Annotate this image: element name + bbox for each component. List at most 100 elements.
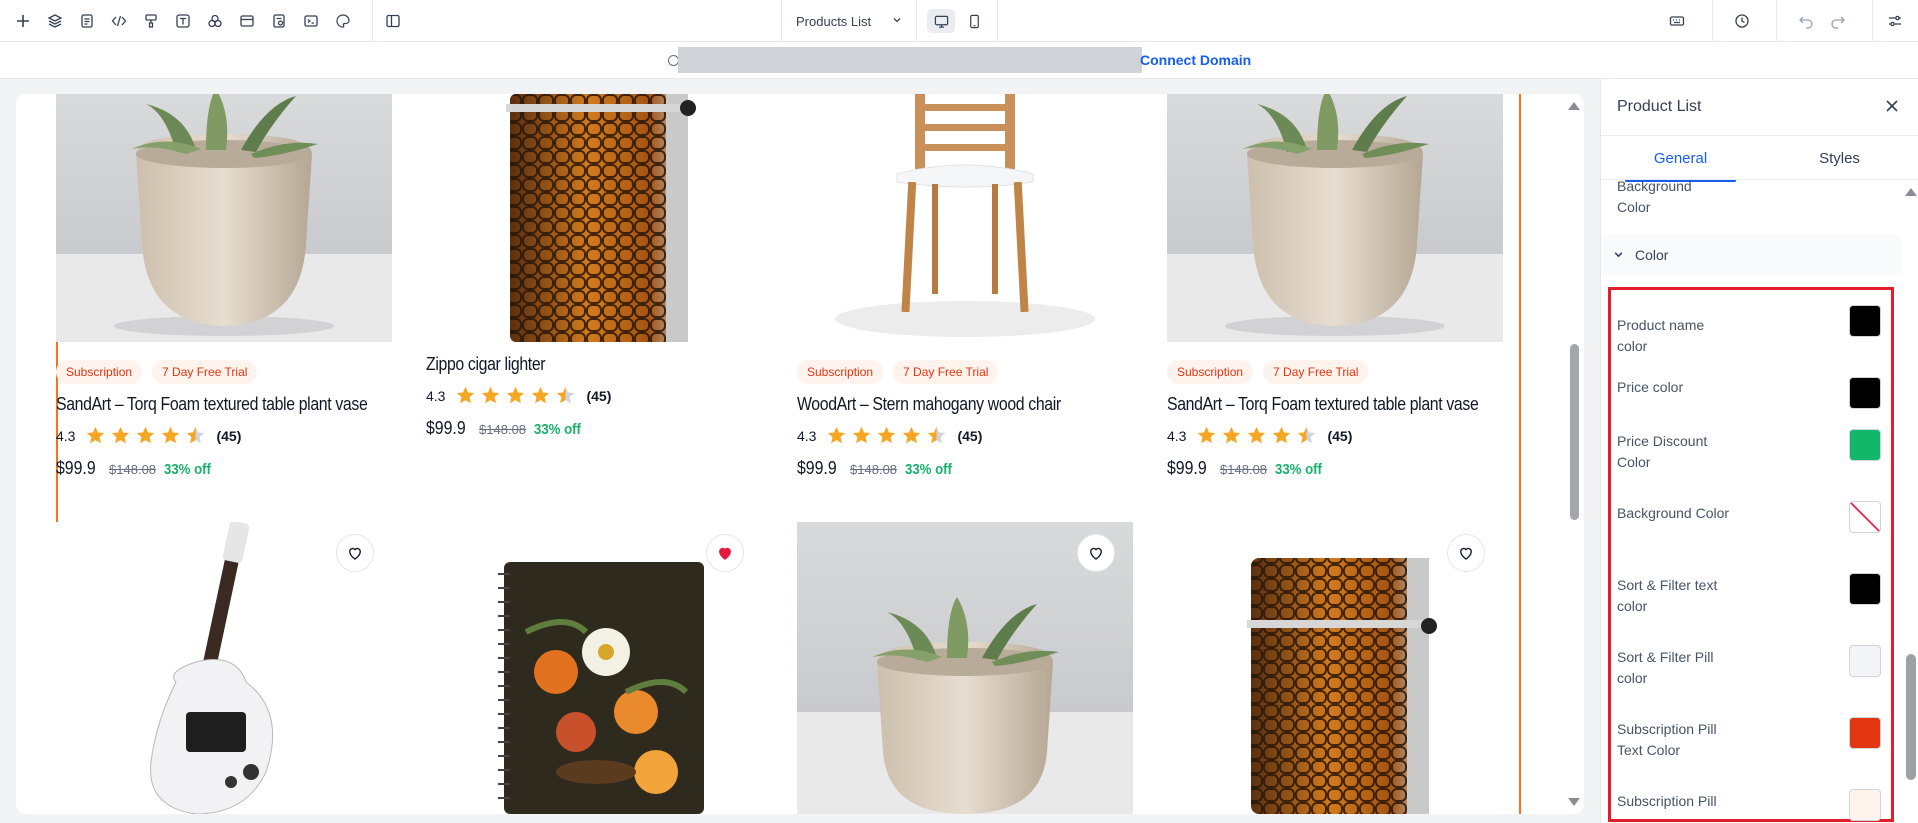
old-price: $148.08 [479, 422, 527, 437]
price: $99.9 [426, 418, 466, 438]
mobile-view-button[interactable] [960, 9, 988, 33]
sort-filter-text-color-swatch[interactable] [1849, 573, 1881, 605]
star-icon [1248, 426, 1266, 444]
rating-value: 4.3 [797, 427, 817, 444]
subscription-pill: Subscription [1167, 360, 1254, 384]
tab-styles[interactable]: Styles [1760, 136, 1918, 180]
star-icon [532, 386, 550, 404]
history-icon[interactable] [1731, 10, 1753, 32]
product-card[interactable]: Subscription 7 Day Free Trial SandArt – … [1167, 94, 1503, 479]
product-name-color-swatch[interactable] [1849, 305, 1881, 337]
favorite-button[interactable] [706, 534, 744, 572]
properties-panel: Product List General Styles Background C… [1600, 79, 1918, 823]
product-card[interactable] [56, 522, 392, 814]
star-rating [1196, 425, 1317, 446]
product-card[interactable]: Subscription 7 Day Free Trial WoodArt – … [797, 94, 1133, 479]
connect-domain-link[interactable]: Connect Domain [1140, 52, 1251, 68]
terminal-icon[interactable] [300, 10, 322, 32]
subscription-pill-text-color-swatch[interactable] [1849, 717, 1881, 749]
paint-icon[interactable] [140, 10, 162, 32]
desktop-view-button[interactable] [927, 9, 955, 33]
close-icon[interactable] [1883, 97, 1901, 115]
undo-icon[interactable] [1795, 10, 1817, 32]
old-price: $148.08 [1220, 462, 1268, 477]
trial-pill: 7 Day Free Trial [152, 360, 258, 384]
tab-general[interactable]: General [1601, 136, 1760, 182]
product-image[interactable] [1167, 94, 1503, 342]
product-image[interactable] [56, 94, 392, 342]
panel-scrollbar[interactable] [1901, 180, 1918, 823]
price-row: $99.9 $148.08 33% off [426, 418, 762, 439]
product-name[interactable]: Zippo cigar lighter [426, 354, 722, 375]
price-discount-color-swatch[interactable] [1849, 429, 1881, 461]
product-card[interactable] [426, 522, 762, 814]
product-name-color-label: Product name color [1617, 317, 1705, 354]
product-card[interactable]: Subscription 7 Day Free Trial SandArt – … [56, 94, 392, 479]
scroll-up-arrow[interactable] [1568, 102, 1580, 110]
star-icon [482, 386, 500, 404]
product-name[interactable]: SandArt – Torq Foam textured table plant… [1167, 394, 1479, 415]
rating-value: 4.3 [56, 427, 76, 444]
plus-icon[interactable] [12, 10, 34, 32]
discount: 33% off [1275, 461, 1322, 478]
star-icon [828, 426, 846, 444]
background-color-swatch[interactable] [1849, 501, 1881, 533]
settings-sliders-icon[interactable] [1884, 10, 1906, 32]
split-view-icon[interactable] [382, 10, 404, 32]
scroll-thumb[interactable] [1570, 344, 1579, 520]
palette-icon[interactable] [332, 10, 354, 32]
scroll-thumb[interactable] [1906, 654, 1916, 780]
product-image[interactable] [797, 94, 1133, 342]
heart-icon [349, 547, 361, 560]
price-row: $99.9 $148.08 33% off [1167, 458, 1503, 479]
product-name[interactable]: WoodArt – Stern mahogany wood chair [797, 394, 1093, 415]
heart-filled-icon [719, 547, 731, 560]
price-color-swatch[interactable] [1849, 377, 1881, 409]
favorite-button[interactable] [336, 534, 374, 572]
subscription-pill-color-swatch[interactable] [1849, 789, 1881, 821]
product-image[interactable] [426, 94, 762, 342]
layout-icon[interactable] [236, 10, 258, 32]
star-icon [1298, 426, 1316, 444]
star-rating [826, 425, 947, 446]
text-icon[interactable] [172, 10, 194, 32]
scroll-down-arrow[interactable] [1568, 798, 1580, 806]
code-icon[interactable] [108, 10, 130, 32]
favorite-button[interactable] [1447, 534, 1485, 572]
product-card[interactable] [1167, 522, 1503, 814]
layers-icon[interactable] [44, 10, 66, 32]
heart-icon [1460, 547, 1472, 560]
rating-count: (45) [216, 427, 242, 444]
favorite-button[interactable] [1077, 534, 1115, 572]
rating-count: (45) [1327, 427, 1353, 444]
discount: 33% off [534, 421, 581, 438]
price-row: $99.9 $148.08 33% off [797, 458, 1133, 479]
old-price: $148.08 [850, 462, 898, 477]
keyboard-icon[interactable] [1666, 10, 1688, 32]
url-bar: Connect Domain [0, 42, 1918, 79]
product-name[interactable]: SandArt – Torq Foam textured table plant… [56, 394, 368, 415]
page-selector[interactable]: Products List [782, 0, 916, 42]
star-rating [455, 385, 576, 406]
star-icon [928, 426, 946, 444]
subscription-pill-color-label: Subscription Pill [1617, 793, 1717, 809]
shapes-icon[interactable] [204, 10, 226, 32]
redo-icon[interactable] [1827, 10, 1849, 32]
price-color-label: Price color [1617, 379, 1684, 395]
rating-value: 4.3 [1167, 427, 1187, 444]
star-icon [112, 426, 130, 444]
rating-count: (45) [586, 387, 612, 404]
subscription-pill: Subscription [56, 360, 143, 384]
scroll-up-arrow[interactable] [1905, 188, 1917, 196]
star-icon [187, 426, 205, 444]
discount: 33% off [905, 461, 952, 478]
star-icon [1273, 426, 1291, 444]
sort-filter-pill-color-swatch[interactable] [1849, 645, 1881, 677]
canvas-scrollbar[interactable] [1565, 94, 1584, 814]
product-card[interactable]: Zippo cigar lighter 4.3 (45) $99.9 $148.… [426, 94, 762, 439]
product-card[interactable] [797, 522, 1133, 814]
form-icon[interactable] [268, 10, 290, 32]
color-section-header[interactable]: Color [1601, 235, 1901, 275]
page-icon[interactable] [76, 10, 98, 32]
subscription-pill-text-color-label: Subscription Pill Text Color [1617, 721, 1717, 758]
